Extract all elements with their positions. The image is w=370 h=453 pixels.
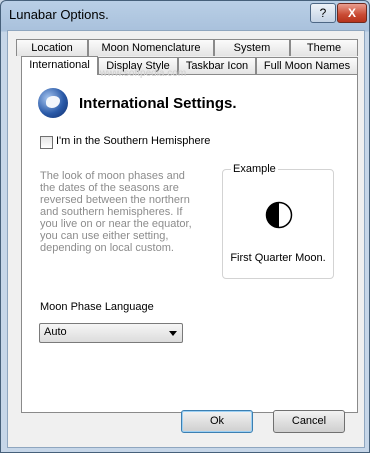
international-panel: International Settings. I'm in the South…: [21, 74, 358, 413]
tab-system[interactable]: System: [214, 39, 290, 56]
tab-location[interactable]: Location: [16, 39, 88, 56]
hemisphere-description: The look of moon phases and the dates of…: [40, 170, 192, 254]
window-title: Lunabar Options.: [9, 7, 109, 22]
section-heading: International Settings.: [79, 95, 237, 112]
close-button[interactable]: X: [337, 3, 367, 23]
example-caption: First Quarter Moon.: [230, 252, 326, 264]
southern-hemisphere-label[interactable]: I'm in the Southern Hemisphere: [56, 135, 210, 147]
dialog-client-area: Location Moon Nomenclature System Theme …: [7, 30, 365, 448]
moon-phase-language-select[interactable]: Auto: [39, 323, 183, 343]
tab-moon-nomenclature[interactable]: Moon Nomenclature: [88, 39, 214, 56]
ok-button[interactable]: Ok: [181, 410, 253, 433]
tab-theme[interactable]: Theme: [290, 39, 358, 56]
southern-hemisphere-checkbox[interactable]: [40, 136, 53, 149]
moon-phase-language-label: Moon Phase Language: [40, 301, 154, 313]
title-bar[interactable]: Lunabar Options. ? X: [1, 1, 369, 29]
tab-full-moon-names[interactable]: Full Moon Names: [256, 57, 358, 74]
tab-international[interactable]: International: [21, 56, 98, 75]
chevron-down-icon[interactable]: [169, 331, 177, 336]
tab-taskbar-icon[interactable]: Taskbar Icon: [178, 57, 256, 74]
language-selected-value: Auto: [44, 326, 67, 338]
first-quarter-moon-icon: [265, 201, 293, 229]
globe-icon: [38, 88, 68, 118]
options-window: Lunabar Options. ? X Location Moon Nomen…: [0, 0, 370, 453]
watermark: www.softpedia.com: [100, 68, 187, 79]
example-title: Example: [231, 163, 278, 175]
help-button[interactable]: ?: [310, 3, 336, 23]
cancel-button[interactable]: Cancel: [273, 410, 345, 433]
